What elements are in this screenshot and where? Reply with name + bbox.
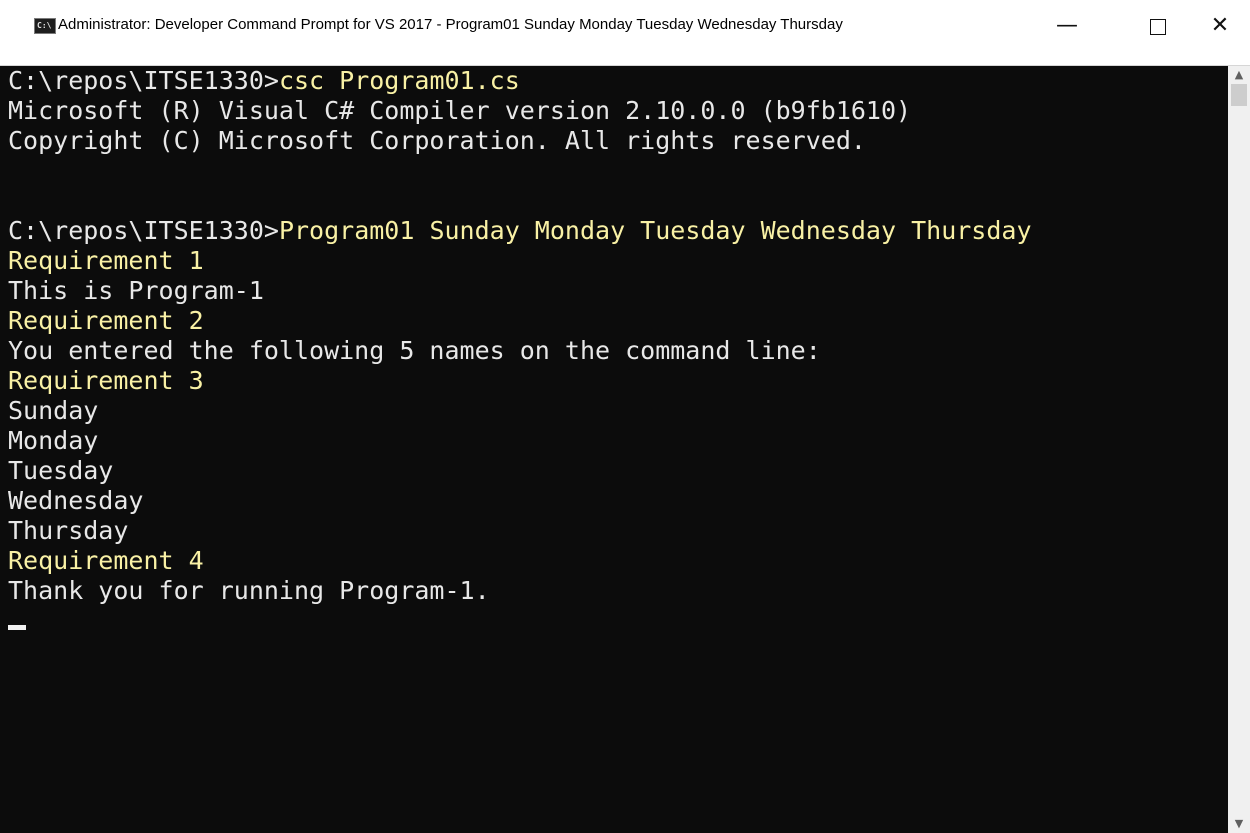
close-button[interactable]: ✕ [1191,0,1249,62]
console-line: Requirement 4 [8,546,204,575]
console-line: Sunday [8,396,99,425]
vertical-scrollbar[interactable]: ▲ ▼ [1228,66,1250,833]
console-line: Requirement 2 [8,306,204,335]
console-line: Requirement 3 [8,366,204,395]
console-line: Requirement 1 [8,246,204,275]
console-line: Monday [8,426,99,455]
console-line: Tuesday [8,456,114,485]
console-output[interactable]: C:\repos\ITSE1330>csc Program01.cs Micro… [0,66,1228,833]
console-line: Wednesday [8,486,144,515]
console-line: C:\repos\ITSE1330>csc Program01.cs [8,66,520,95]
window-titlebar[interactable]: C:\ Administrator: Developer Command Pro… [0,0,1250,66]
window-title: Administrator: Developer Command Prompt … [58,16,843,33]
text-cursor [8,624,26,630]
console-line: Thursday [8,516,129,545]
scroll-thumb[interactable] [1231,84,1247,106]
console-line: Thank you for running Program-1. [8,576,490,605]
maximize-button[interactable] [1129,0,1187,62]
minimize-icon: — [1056,13,1078,38]
console-line: C:\repos\ITSE1330>Program01 Sunday Monda… [8,216,1032,245]
close-icon: ✕ [1210,13,1230,38]
maximize-icon [1150,19,1166,35]
scroll-down-arrow-icon[interactable]: ▼ [1228,815,1250,833]
console-line: Microsoft (R) Visual C# Compiler version… [8,96,912,125]
console-line: You entered the following 5 names on the… [8,336,821,365]
console-line: This is Program-1 [8,276,264,305]
minimize-button[interactable]: — [1038,0,1096,62]
console-line: Copyright (C) Microsoft Corporation. All… [8,126,866,155]
console-cursor-line[interactable] [0,606,1228,636]
command-prompt-icon[interactable]: C:\ [34,18,56,34]
scroll-up-arrow-icon[interactable]: ▲ [1228,66,1250,84]
